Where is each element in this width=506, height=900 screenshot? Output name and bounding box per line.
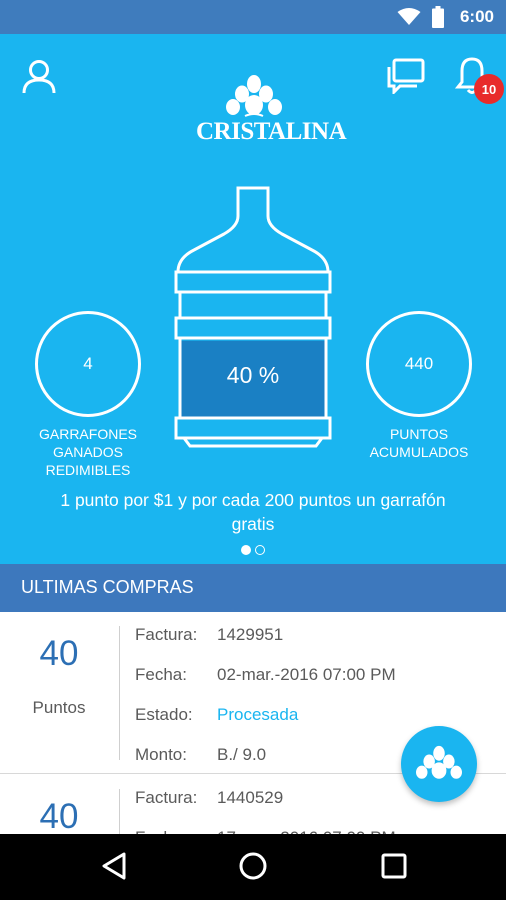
wifi-icon: [397, 8, 421, 25]
divider: [119, 626, 120, 760]
pager-dot[interactable]: [255, 545, 265, 555]
purchase-points: 40: [39, 797, 79, 836]
clock: 6:00: [459, 7, 494, 26]
back-triangle-icon[interactable]: [100, 851, 128, 881]
points-hero: CRISTALINA 10 4 GARRAFONES GANADOS REDIM…: [0, 34, 506, 564]
chat-icon[interactable]: [386, 58, 426, 94]
system-nav-bar: [0, 834, 506, 900]
factura-value: 1429951: [217, 625, 284, 644]
pager-dot-active[interactable]: [241, 545, 251, 555]
fecha-value: 02-mar.-2016 07:00 PM: [217, 665, 396, 684]
cristalina-fab-button[interactable]: [401, 726, 477, 802]
promo-text: 1 punto por $1 y por cada 200 puntos un …: [60, 490, 446, 534]
home-circle-icon[interactable]: [238, 851, 268, 881]
section-title: ULTIMAS COMPRAS: [0, 564, 506, 612]
cristalina-logo: CRISTALINA: [196, 74, 347, 145]
fecha-label: Fecha:: [135, 665, 187, 684]
recents-square-icon[interactable]: [380, 851, 408, 881]
monto-value: B./ 9.0: [217, 745, 267, 764]
factura-label: Factura:: [135, 625, 198, 644]
factura-label: Factura:: [135, 788, 198, 807]
water-jug-gauge: [174, 186, 332, 448]
garrafones-ring: 4: [35, 311, 141, 417]
puntos-value: 440: [404, 354, 434, 373]
purchase-points: 40: [39, 634, 79, 673]
factura-value: 1440529: [217, 788, 284, 807]
battery-icon: [432, 6, 444, 28]
puntos-label: PUNTOS ACUMULADOS: [369, 426, 469, 460]
purchase-points-label: Puntos: [32, 698, 86, 717]
status-bar: 6:00: [0, 0, 506, 34]
monto-label: Monto:: [135, 745, 187, 764]
estado-value: Procesada: [217, 705, 299, 724]
user-icon[interactable]: [21, 58, 57, 94]
estado-label: Estado:: [135, 705, 193, 724]
brand-name: CRISTALINA: [196, 118, 347, 145]
puntos-ring: 440: [366, 311, 472, 417]
garrafones-label: GARRAFONES GANADOS REDIMIBLES: [38, 426, 137, 478]
notification-badge: 10: [474, 74, 504, 104]
garrafones-value: 4: [83, 354, 93, 373]
fill-percentage: 40 %: [226, 362, 280, 388]
logo-flower-icon: [226, 75, 282, 117]
cristalina-flower-icon: [416, 745, 462, 779]
